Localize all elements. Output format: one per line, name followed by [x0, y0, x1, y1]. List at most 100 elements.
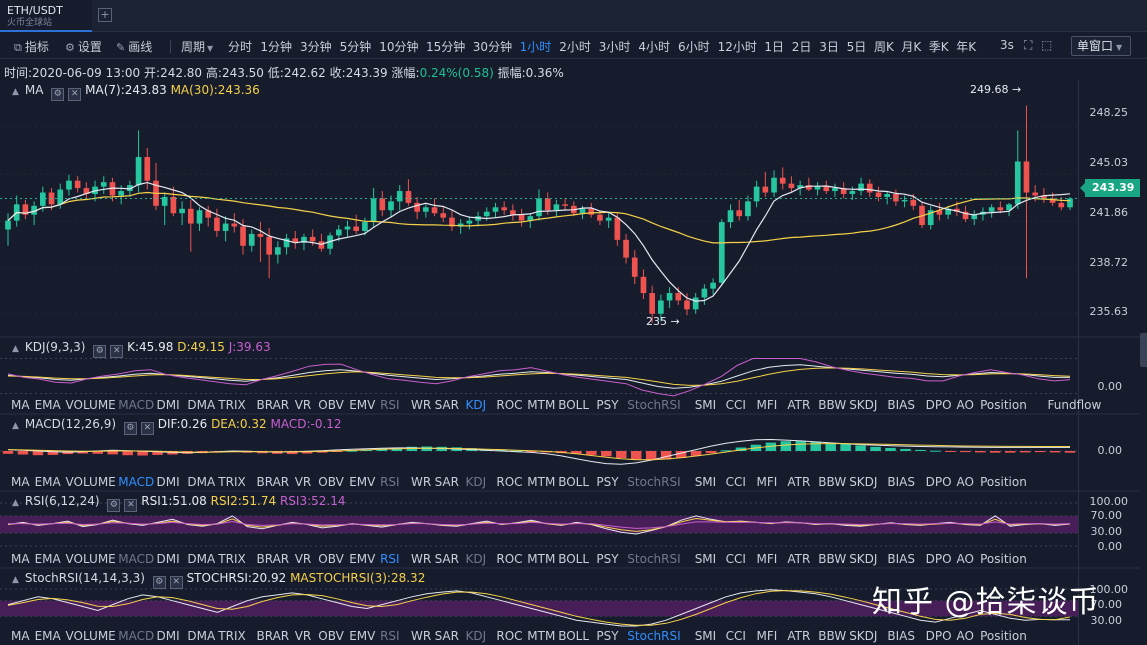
period-item[interactable]: 分时 [228, 38, 252, 55]
rsi-close-icon[interactable]: ✕ [124, 499, 138, 512]
indicator-tab[interactable]: DPO [926, 552, 952, 566]
indicator-tab[interactable]: MACD [118, 398, 154, 412]
rsi-settings-icon[interactable]: ⚙ [107, 499, 121, 512]
indicator-tab[interactable]: MFI [757, 398, 778, 412]
indicator-tab[interactable]: StochRSI [627, 475, 680, 489]
indicator-tab[interactable]: ROC [496, 398, 522, 412]
indicator-tab[interactable]: Position [980, 552, 1027, 566]
indicator-tab[interactable]: DMI [157, 552, 180, 566]
period-item[interactable]: 10分钟 [379, 38, 418, 55]
indicator-tab[interactable]: KDJ [466, 629, 487, 643]
indicator-tab[interactable]: BRAR [257, 629, 290, 643]
indicator-tab[interactable]: WR [411, 398, 431, 412]
indicator-tab[interactable]: BBW [818, 398, 846, 412]
indicator-tab[interactable]: BIAS [887, 398, 915, 412]
indicator-tab[interactable]: MA [11, 552, 30, 566]
indicator-tab[interactable]: DMA [187, 398, 215, 412]
indicator-tab[interactable]: CCI [726, 398, 746, 412]
indicator-tab[interactable]: MTM [527, 398, 555, 412]
tab-eth-usdt[interactable]: ETH/USDT 火币全球站 [0, 0, 92, 32]
window-mode-select[interactable]: 单窗口 ▼ [1071, 36, 1131, 56]
indicator-tab[interactable]: TRIX [218, 475, 245, 489]
add-tab-icon[interactable]: + [98, 8, 112, 22]
indicator-tab[interactable]: VR [295, 629, 312, 643]
indicator-tab[interactable]: DPO [926, 475, 952, 489]
indicator-tab[interactable]: CCI [726, 552, 746, 566]
indicator-tab[interactable]: VOLUME [66, 629, 116, 643]
indicator-tab[interactable]: StochRSI [627, 552, 680, 566]
indicator-tab[interactable]: VOLUME [66, 552, 116, 566]
indicator-tab[interactable]: VR [295, 552, 312, 566]
fullscreen-icon[interactable]: ⛶ [1024, 38, 1032, 53]
indicator-tab[interactable]: SMI [695, 552, 717, 566]
indicator-tab[interactable]: StochRSI [627, 629, 680, 643]
indicator-tab[interactable]: BRAR [257, 475, 290, 489]
indicator-tab[interactable]: SAR [435, 629, 459, 643]
indicator-tab[interactable]: PSY [596, 629, 618, 643]
period-dropdown[interactable]: 周期 ▼ [181, 38, 213, 55]
period-item[interactable]: 5日 [847, 38, 867, 55]
indicator-tab[interactable]: ROC [496, 552, 522, 566]
collapse-chevron-icon[interactable]: ▲ [12, 421, 19, 431]
indicator-tab[interactable]: BIAS [887, 629, 915, 643]
indicator-tab[interactable]: TRIX [218, 629, 245, 643]
indicator-tab[interactable]: BBW [818, 475, 846, 489]
indicator-tab[interactable]: MFI [757, 629, 778, 643]
indicator-tab[interactable]: SMI [695, 629, 717, 643]
indicator-tab[interactable]: VOLUME [66, 398, 116, 412]
collapse-chevron-icon[interactable]: ▲ [12, 87, 19, 97]
indicator-tab[interactable]: ATR [787, 629, 810, 643]
indicator-tab[interactable]: MTM [527, 552, 555, 566]
indicator-tab[interactable]: DMA [187, 629, 215, 643]
indicator-tab[interactable]: SAR [435, 552, 459, 566]
indicator-tab[interactable]: MTM [527, 475, 555, 489]
indicator-tab[interactable]: CCI [726, 475, 746, 489]
indicator-tab[interactable]: DMI [157, 475, 180, 489]
indicator-tab[interactable]: OBV [318, 552, 344, 566]
panel-resize-handle[interactable] [1140, 333, 1147, 367]
stochrsi-settings-icon[interactable]: ⚙ [152, 576, 166, 589]
collapse-chevron-icon[interactable]: ▲ [12, 498, 19, 508]
indicator-tab[interactable]: MA [11, 398, 30, 412]
indicator-tab[interactable]: SMI [695, 475, 717, 489]
indicator-tab[interactable]: OBV [318, 629, 344, 643]
indicator-tab[interactable]: VR [295, 398, 312, 412]
indicator-tab[interactable]: BBW [818, 629, 846, 643]
indicator-tab[interactable]: BOLL [558, 475, 589, 489]
indicator-tab[interactable]: ROC [496, 629, 522, 643]
indicator-tab[interactable]: BOLL [558, 552, 589, 566]
indicator-tab[interactable]: DMA [187, 552, 215, 566]
refresh-interval[interactable]: 3s [1000, 38, 1014, 52]
indicator-tab[interactable]: SKDJ [849, 398, 877, 412]
period-item[interactable]: 30分钟 [473, 38, 512, 55]
period-item[interactable]: 2小时 [559, 38, 591, 55]
indicator-tab[interactable]: Fundflow [1048, 398, 1102, 412]
indicator-tab[interactable]: BOLL [558, 629, 589, 643]
indicator-tab[interactable]: EMV [349, 475, 375, 489]
indicator-tab[interactable]: WR [411, 552, 431, 566]
indicator-tab[interactable]: ROC [496, 475, 522, 489]
indicator-tab[interactable]: AO [957, 398, 974, 412]
period-item[interactable]: 3分钟 [300, 38, 332, 55]
period-item[interactable]: 年K [956, 38, 976, 55]
ma-close-icon[interactable]: ✕ [68, 88, 82, 101]
kdj-settings-icon[interactable]: ⚙ [93, 345, 107, 358]
indicator-tab[interactable]: MACD [118, 475, 154, 489]
indicator-tab[interactable]: StochRSI [627, 398, 680, 412]
kdj-close-icon[interactable]: ✕ [110, 345, 124, 358]
collapse-chevron-icon[interactable]: ▲ [12, 344, 19, 354]
period-item[interactable]: 6小时 [678, 38, 710, 55]
period-item[interactable]: 月K [901, 38, 921, 55]
indicator-tab[interactable]: RSI [380, 398, 400, 412]
indicator-tab[interactable]: DMI [157, 629, 180, 643]
indicator-tab[interactable]: RSI [380, 552, 400, 566]
indicator-tab[interactable]: BIAS [887, 475, 915, 489]
indicator-tab[interactable]: VR [295, 475, 312, 489]
indicator-tab[interactable]: EMV [349, 629, 375, 643]
period-item[interactable]: 1分钟 [260, 38, 292, 55]
period-item[interactable]: 周K [874, 38, 894, 55]
draw-button[interactable]: ✎ 画线 [116, 38, 152, 55]
indicator-tab[interactable]: TRIX [218, 552, 245, 566]
indicator-tab[interactable]: CCI [726, 629, 746, 643]
indicator-tab[interactable]: SKDJ [849, 475, 877, 489]
